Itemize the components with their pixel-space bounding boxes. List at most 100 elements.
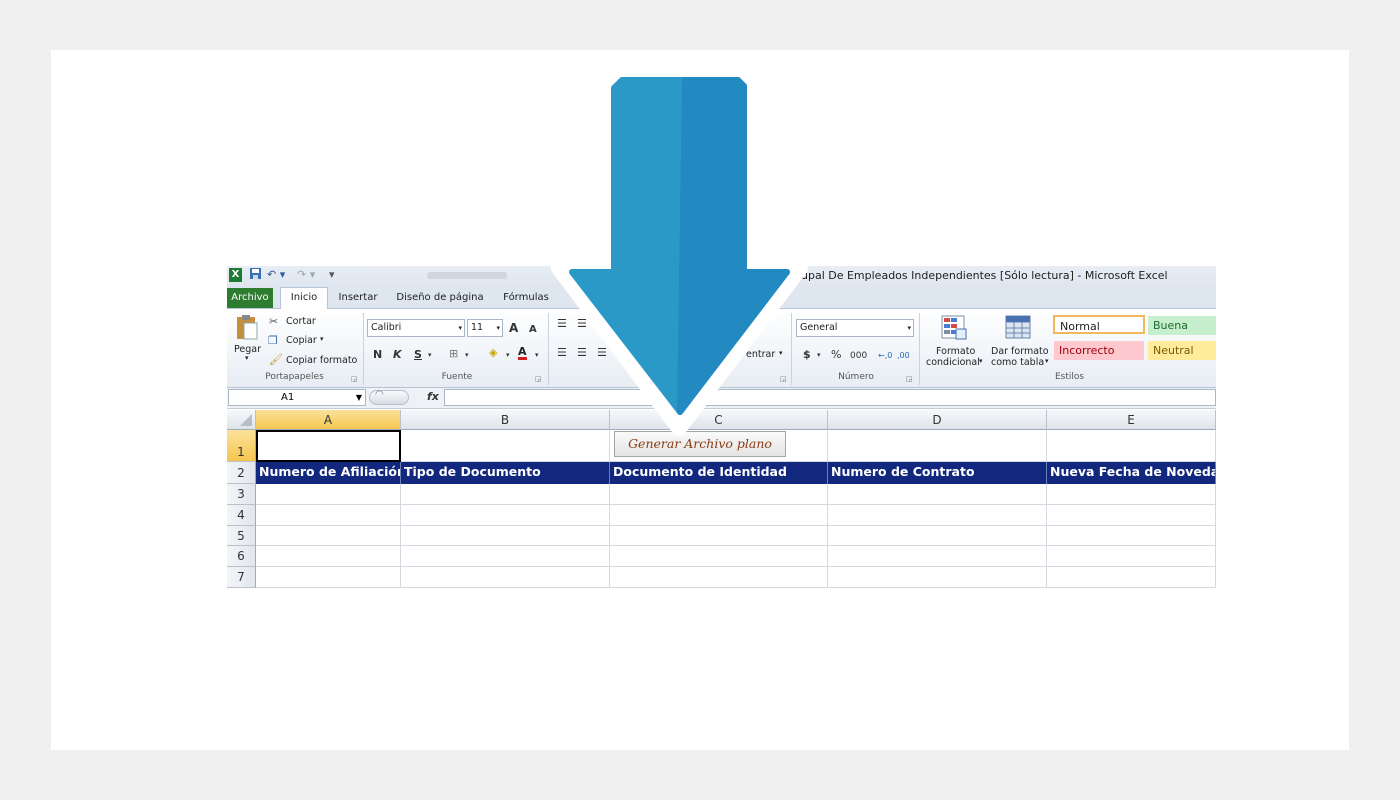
cell[interactable] <box>1047 505 1216 526</box>
cell[interactable] <box>610 505 828 526</box>
cell[interactable] <box>828 567 1047 588</box>
cell[interactable] <box>1047 526 1216 546</box>
thousands-button[interactable]: 000 <box>850 349 867 363</box>
column-header-d[interactable]: D <box>828 410 1047 430</box>
currency-button[interactable]: $ <box>803 348 811 362</box>
underline-button[interactable]: S <box>414 348 422 362</box>
header-nueva-fecha-novedad[interactable]: Nueva Fecha de Novedad <box>1047 462 1216 484</box>
header-documento-identidad[interactable]: Documento de Identidad <box>610 462 828 484</box>
tab-insertar[interactable]: Insertar <box>333 288 383 308</box>
format-painter-icon[interactable]: 🖌 <box>269 353 283 367</box>
font-color-icon[interactable]: A <box>518 346 527 360</box>
cell[interactable] <box>256 505 401 526</box>
row-header-6[interactable]: 6 <box>227 546 256 567</box>
undo-icon[interactable]: ↶ ▾ <box>267 267 285 283</box>
fill-color-icon[interactable]: ◈ <box>489 346 497 360</box>
style-neutral[interactable]: Neutral <box>1148 341 1216 360</box>
cell[interactable] <box>610 526 828 546</box>
cell[interactable] <box>610 546 828 567</box>
dialog-launcher-icon[interactable]: ◲ <box>906 372 913 386</box>
cell[interactable] <box>1047 567 1216 588</box>
chevron-down-icon[interactable]: ▾ <box>428 348 432 362</box>
align-middle-icon[interactable]: ☰ <box>577 317 587 331</box>
select-all-corner[interactable] <box>227 410 256 430</box>
copy-icon[interactable]: ❐ <box>268 334 278 348</box>
cell[interactable] <box>256 526 401 546</box>
number-format-select[interactable]: General ▾ <box>796 319 914 337</box>
conditional-format-button[interactable]: Formato condicional ▾ <box>923 313 985 371</box>
tab-inicio[interactable]: Inicio <box>280 287 328 309</box>
cell[interactable] <box>401 567 610 588</box>
cell[interactable] <box>401 484 610 505</box>
save-icon[interactable] <box>249 267 262 283</box>
align-left-icon[interactable]: ☰ <box>557 346 567 360</box>
merge-center-button[interactable]: entrar <box>746 349 775 360</box>
style-incorrecto[interactable]: Incorrecto <box>1054 341 1144 360</box>
cell[interactable] <box>1047 484 1216 505</box>
header-numero-contrato[interactable]: Numero de Contrato <box>828 462 1047 484</box>
paste-button[interactable]: Pegar ▾ <box>233 314 263 366</box>
cell[interactable] <box>610 484 828 505</box>
row-header-3[interactable]: 3 <box>227 484 256 505</box>
cell[interactable] <box>828 484 1047 505</box>
column-header-a[interactable]: A <box>256 410 401 430</box>
cell[interactable] <box>256 546 401 567</box>
font-size-select[interactable]: 11 ▾ <box>467 319 503 337</box>
cut-button[interactable]: Cortar <box>286 316 316 327</box>
row-header-4[interactable]: 4 <box>227 505 256 526</box>
chevron-down-icon[interactable]: ▾ <box>779 349 783 357</box>
cell[interactable] <box>1047 546 1216 567</box>
formula-input[interactable] <box>444 389 1216 406</box>
scissors-icon[interactable]: ✂ <box>269 315 278 329</box>
cell[interactable] <box>828 505 1047 526</box>
align-right-icon[interactable]: ☰ <box>597 346 607 360</box>
dialog-launcher-icon[interactable]: ◲ <box>780 372 787 386</box>
font-name-select[interactable]: Calibri ▾ <box>367 319 465 337</box>
chevron-down-icon[interactable]: ▾ <box>506 348 510 362</box>
italic-button[interactable]: K <box>393 348 402 362</box>
row-header-1[interactable]: 1 <box>227 430 256 462</box>
chevron-down-icon[interactable]: ▾ <box>535 348 539 362</box>
style-normal[interactable]: Normal <box>1053 315 1145 334</box>
tab-diseno-pagina[interactable]: Diseño de página <box>393 288 487 308</box>
cell[interactable] <box>828 546 1047 567</box>
header-tipo-documento[interactable]: Tipo de Documento <box>401 462 610 484</box>
format-as-table-button[interactable]: Dar formato como tabla ▾ <box>989 313 1051 371</box>
cell[interactable] <box>401 505 610 526</box>
cell-a1-selected[interactable] <box>256 430 401 462</box>
format-painter-button[interactable]: Copiar formato <box>286 355 357 366</box>
align-top-icon[interactable]: ☰ <box>557 317 567 331</box>
header-numero-afiliacion[interactable]: Numero de Afiliación <box>256 462 401 484</box>
row-header-2[interactable]: 2 <box>227 462 256 484</box>
decrease-decimal-button[interactable]: ,00 <box>897 349 910 363</box>
generate-flat-file-button[interactable]: Generar Archivo plano <box>614 431 786 457</box>
percent-button[interactable]: % <box>831 348 841 362</box>
chevron-down-icon[interactable]: ▾ <box>465 348 469 362</box>
chevron-down-icon[interactable]: ▾ <box>817 348 821 362</box>
bold-button[interactable]: N <box>373 348 382 362</box>
column-header-c[interactable]: C <box>610 410 828 430</box>
cell-e1[interactable] <box>1047 430 1216 462</box>
align-center-icon[interactable]: ☰ <box>577 346 587 360</box>
cell[interactable] <box>401 526 610 546</box>
cell[interactable] <box>828 526 1047 546</box>
dialog-launcher-icon[interactable]: ◲ <box>535 372 542 386</box>
formula-bar-toggle[interactable]: ◠ <box>369 389 409 405</box>
name-box[interactable]: A1 ▼ <box>228 389 366 406</box>
row-header-5[interactable]: 5 <box>227 526 256 546</box>
tab-archivo[interactable]: Archivo <box>227 288 273 308</box>
copy-button[interactable]: Copiar <box>286 335 317 346</box>
fx-icon[interactable]: fx <box>427 390 439 403</box>
grow-font-icon[interactable]: A <box>509 321 518 335</box>
cell[interactable] <box>256 484 401 505</box>
increase-decimal-button[interactable]: ←,0 <box>878 349 892 363</box>
cell[interactable] <box>401 546 610 567</box>
dialog-launcher-icon[interactable]: ◲ <box>351 372 358 386</box>
row-header-7[interactable]: 7 <box>227 567 256 588</box>
chevron-down-icon[interactable]: ▾ <box>320 335 324 343</box>
excel-icon[interactable]: X <box>229 268 242 282</box>
customize-qat-icon[interactable]: ▾ <box>329 267 335 283</box>
cell-b1[interactable] <box>401 430 610 462</box>
style-buena[interactable]: Buena <box>1148 316 1216 335</box>
redo-icon[interactable]: ↷ ▾ <box>297 267 315 283</box>
